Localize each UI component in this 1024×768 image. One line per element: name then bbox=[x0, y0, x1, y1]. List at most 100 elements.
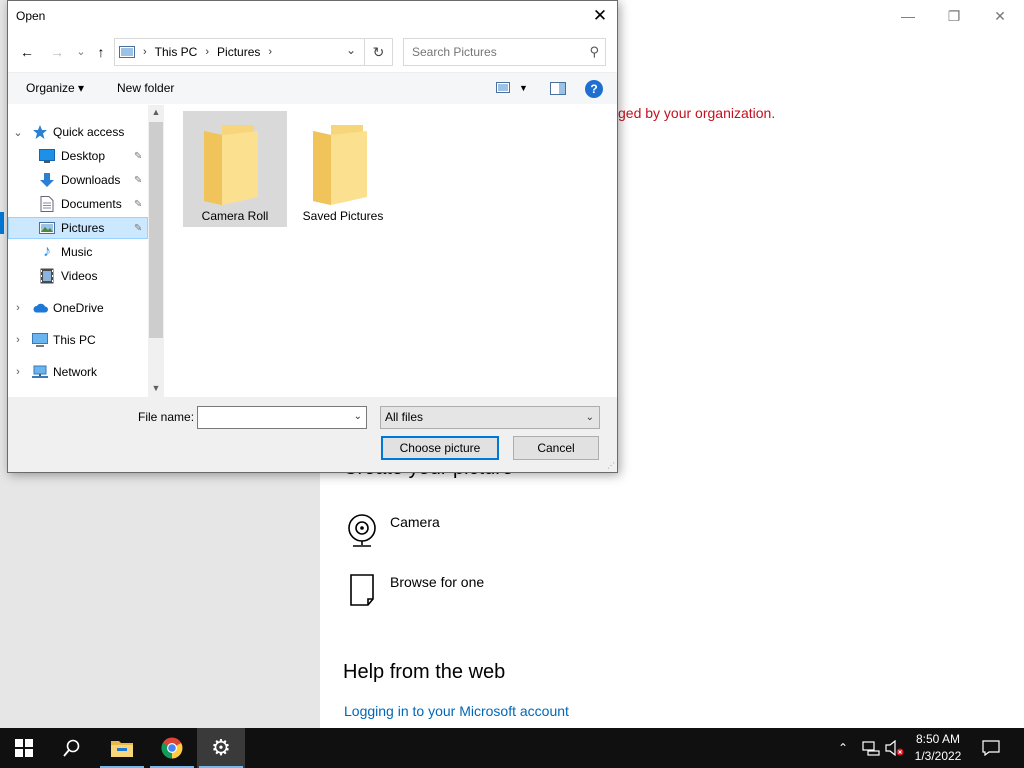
resize-grip-icon[interactable]: ⋰ bbox=[607, 461, 615, 470]
dialog-close-button[interactable]: ✕ bbox=[589, 5, 611, 27]
file-type-select[interactable]: All files ⌄ bbox=[380, 406, 600, 429]
search-icon[interactable]: ⚲ bbox=[589, 44, 599, 60]
chevron-up-icon: ⌃ bbox=[838, 741, 849, 755]
pictures-icon bbox=[39, 220, 55, 236]
dialog-footer: File name: ⌄ All files ⌄ Choose picture … bbox=[8, 397, 617, 472]
file-name-input[interactable] bbox=[201, 407, 349, 428]
action-center-button[interactable] bbox=[982, 728, 1000, 768]
file-name-combobox[interactable]: ⌄ bbox=[197, 406, 367, 429]
nav-item-label: Network bbox=[53, 365, 98, 379]
nav-item-quick-access[interactable]: ⌄ Quick access bbox=[8, 121, 148, 143]
chevron-down-icon[interactable]: ⌄ bbox=[586, 407, 594, 428]
chrome-taskbar-button[interactable] bbox=[148, 728, 196, 768]
folder-saved-pictures[interactable]: Saved Pictures bbox=[291, 111, 395, 227]
change-view-icon[interactable] bbox=[496, 82, 512, 97]
refresh-button[interactable]: ↻ bbox=[365, 38, 393, 66]
nav-item-label: Music bbox=[61, 245, 93, 259]
nav-item-desktop[interactable]: Desktop ✎ bbox=[8, 145, 148, 167]
nav-item-onedrive[interactable]: › OneDrive bbox=[8, 297, 148, 319]
folder-name: Saved Pictures bbox=[302, 209, 384, 223]
settings-taskbar-button[interactable]: ⚙ bbox=[197, 728, 245, 768]
navigation-pane: ⌄ Quick access Desktop ✎ Downloads ✎ Doc… bbox=[8, 105, 148, 397]
pin-icon[interactable]: ✎ bbox=[134, 175, 142, 186]
minimize-button[interactable]: — bbox=[897, 6, 919, 26]
scrollbar-thumb[interactable] bbox=[149, 122, 163, 338]
show-hidden-icons-button[interactable]: ⌃ bbox=[838, 728, 848, 768]
help-heading: Help from the web bbox=[343, 661, 506, 683]
chevron-right-icon[interactable]: › bbox=[12, 366, 24, 378]
nav-item-network[interactable]: › Network bbox=[8, 361, 148, 383]
help-icon[interactable]: ? bbox=[585, 80, 603, 98]
forward-button[interactable]: → bbox=[48, 43, 66, 61]
sidebar-selection-indicator bbox=[0, 212, 4, 234]
folder-icon bbox=[313, 125, 367, 205]
folder-icon bbox=[204, 125, 258, 205]
gear-icon: ⚙ bbox=[211, 735, 231, 760]
help-link[interactable]: Logging in to your Microsoft account bbox=[344, 703, 569, 719]
taskbar-search-button[interactable] bbox=[48, 728, 96, 768]
chevron-down-icon[interactable]: ⌄ bbox=[354, 411, 362, 422]
nav-item-label: Documents bbox=[61, 197, 122, 211]
new-folder-button[interactable]: New folder bbox=[117, 81, 174, 95]
recent-locations-button[interactable]: ⌄ bbox=[72, 43, 90, 61]
view-dropdown-icon[interactable]: ▼ bbox=[519, 83, 528, 93]
back-button[interactable]: ← bbox=[18, 43, 36, 61]
nav-item-pictures[interactable]: Pictures ✎ bbox=[8, 217, 148, 239]
organize-button[interactable]: Organize ▾ bbox=[26, 81, 84, 95]
camera-option-label: Camera bbox=[390, 514, 440, 530]
navigation-bar: ← → ⌄ ↑ › This PC › Pictures › ⌄ ↻ ⚲ bbox=[8, 35, 617, 69]
pin-icon[interactable]: ✎ bbox=[134, 151, 142, 162]
chevron-right-icon[interactable]: › bbox=[12, 334, 24, 346]
clock[interactable]: 8:50 AM 1/3/2022 bbox=[906, 731, 970, 765]
nav-item-music[interactable]: ♪ Music bbox=[8, 241, 148, 263]
nav-item-videos[interactable]: Videos bbox=[8, 265, 148, 287]
download-icon bbox=[39, 172, 55, 188]
browse-option[interactable]: Browse for one bbox=[344, 572, 484, 608]
clock-time: 8:50 AM bbox=[915, 732, 961, 746]
choose-picture-button[interactable]: Choose picture bbox=[381, 436, 499, 460]
scroll-up-icon[interactable]: ▲ bbox=[148, 107, 164, 117]
start-button[interactable] bbox=[0, 728, 48, 768]
address-dropdown-icon[interactable]: ⌄ bbox=[346, 43, 356, 57]
nav-item-label: OneDrive bbox=[53, 301, 104, 315]
nav-item-this-pc[interactable]: › This PC bbox=[8, 329, 148, 351]
nav-item-downloads[interactable]: Downloads ✎ bbox=[8, 169, 148, 191]
volume-muted-icon[interactable] bbox=[885, 728, 905, 768]
navigation-scrollbar[interactable]: ▲ ▼ bbox=[148, 105, 164, 397]
window-close-button[interactable]: ✕ bbox=[989, 6, 1011, 26]
notification-icon bbox=[982, 740, 1000, 756]
breadcrumb-separator: › bbox=[205, 46, 210, 58]
nav-item-label: Desktop bbox=[61, 149, 106, 163]
scroll-down-icon[interactable]: ▼ bbox=[148, 383, 164, 393]
camera-icon bbox=[348, 514, 376, 547]
pictures-location-icon bbox=[119, 46, 135, 58]
pin-icon[interactable]: ✎ bbox=[134, 199, 142, 210]
file-list-pane: Camera Roll Saved Pictures bbox=[165, 105, 617, 397]
windows-icon bbox=[15, 739, 33, 757]
file-explorer-taskbar-button[interactable] bbox=[98, 728, 146, 768]
search-input[interactable] bbox=[412, 39, 582, 65]
computer-icon bbox=[32, 332, 48, 348]
nav-item-label: Quick access bbox=[53, 125, 125, 139]
folder-camera-roll[interactable]: Camera Roll bbox=[183, 111, 287, 227]
restore-button[interactable]: ❐ bbox=[943, 6, 965, 26]
chevron-right-icon[interactable]: › bbox=[12, 302, 24, 314]
camera-option[interactable]: Camera bbox=[344, 512, 440, 548]
breadcrumb-this-pc[interactable]: This PC bbox=[155, 45, 198, 59]
organization-warning: ged by your organization. bbox=[618, 105, 776, 121]
pin-icon[interactable]: ✎ bbox=[134, 223, 142, 234]
chevron-down-icon[interactable]: ⌄ bbox=[12, 126, 24, 139]
address-bar[interactable]: › This PC › Pictures › ⌄ bbox=[114, 38, 365, 66]
document-icon bbox=[39, 196, 55, 212]
nav-item-documents[interactable]: Documents ✎ bbox=[8, 193, 148, 215]
up-button[interactable]: ↑ bbox=[92, 43, 110, 61]
search-box[interactable]: ⚲ bbox=[403, 38, 606, 66]
breadcrumb-pictures[interactable]: Pictures bbox=[217, 45, 260, 59]
nav-item-label: This PC bbox=[53, 333, 96, 347]
desktop-icon bbox=[39, 148, 55, 164]
network-tray-icon[interactable] bbox=[862, 728, 880, 768]
nav-item-label: Downloads bbox=[61, 173, 121, 187]
cancel-button[interactable]: Cancel bbox=[513, 436, 599, 460]
cloud-icon bbox=[32, 300, 48, 316]
preview-pane-icon[interactable] bbox=[550, 82, 566, 98]
